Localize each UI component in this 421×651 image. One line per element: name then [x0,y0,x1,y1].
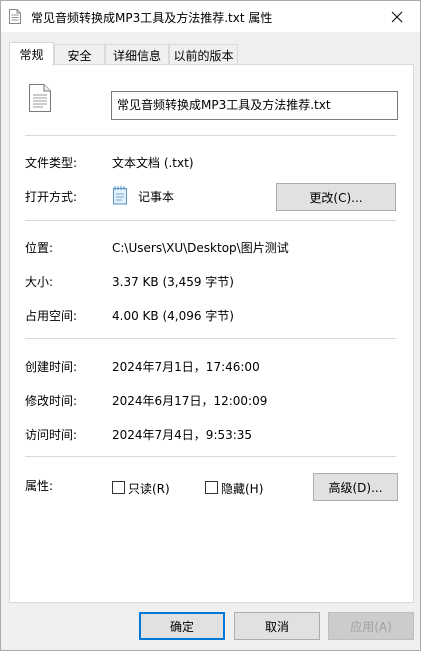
readonly-checkbox[interactable] [112,481,125,494]
apply-button-label: 应用(A) [350,619,392,634]
tab-general[interactable]: 常规 [9,42,54,66]
tab-details-label: 详细信息 [112,48,161,63]
general-panel: 常见音频转换成MP3工具及方法推荐.txt 文件类型: 文本文档 (.txt) … [9,64,414,603]
created-label: 创建时间: [25,360,78,374]
close-button[interactable] [374,1,420,32]
change-button[interactable]: 更改(C)... [276,183,396,211]
open-with-value: 记事本 [138,190,175,204]
change-button-label: 更改(C)... [309,190,363,205]
location-label: 位置: [25,241,54,255]
notepad-icon [113,186,127,205]
tab-previous-versions[interactable]: 以前的版本 [169,44,238,65]
accessed-value: 2024年7月4日，9:53:35 [112,428,253,442]
close-icon [391,11,403,22]
separator [25,338,396,339]
apply-button[interactable]: 应用(A) [328,612,414,640]
created-value: 2024年7月1日，17:46:00 [112,360,260,374]
file-large-icon [29,84,51,112]
modified-label: 修改时间: [25,394,78,408]
hidden-checkbox[interactable] [205,481,218,494]
text-file-icon [9,9,21,24]
cancel-button[interactable]: 取消 [234,612,320,640]
tab-general-label: 常规 [19,48,44,62]
size-label: 大小: [25,275,54,289]
accessed-label: 访问时间: [25,428,78,442]
modified-value: 2024年6月17日，12:00:09 [112,394,268,408]
disk-size-label: 占用空间: [25,309,78,323]
advanced-button[interactable]: 高级(D)... [313,473,398,501]
size-value: 3.37 KB (3,459 字节) [112,275,234,289]
file-type-value: 文本文档 (.txt) [112,156,194,170]
window-title: 常见音频转换成MP3工具及方法推荐.txt 属性 [31,11,273,25]
title-bar[interactable]: 常见音频转换成MP3工具及方法推荐.txt 属性 [1,1,420,32]
ok-button[interactable]: 确定 [139,612,225,640]
readonly-label[interactable]: 只读(R) [128,480,170,497]
tab-security-label: 安全 [67,48,92,63]
hidden-label[interactable]: 隐藏(H) [221,480,263,497]
open-with-label: 打开方式: [25,190,78,204]
file-type-label: 文件类型: [25,156,78,170]
advanced-button-label: 高级(D)... [328,480,383,495]
tab-details[interactable]: 详细信息 [105,44,169,65]
cancel-button-label: 取消 [264,619,289,634]
disk-size-value: 4.00 KB (4,096 字节) [112,309,234,323]
ok-button-label: 确定 [169,619,194,634]
tab-previous-versions-label: 以前的版本 [173,48,234,63]
separator [25,456,396,457]
tab-strip: 常规 安全 详细信息 以前的版本 [9,42,414,66]
tab-security[interactable]: 安全 [54,44,105,65]
separator [25,220,396,221]
properties-dialog: 常见音频转换成MP3工具及方法推荐.txt 属性 常规 安全 详细信息 以前的版… [0,0,421,651]
filename-input[interactable]: 常见音频转换成MP3工具及方法推荐.txt [111,91,398,120]
location-value: C:\Users\XU\Desktop\图片测试 [112,241,289,255]
attributes-label: 属性: [25,479,54,493]
separator [25,135,396,136]
